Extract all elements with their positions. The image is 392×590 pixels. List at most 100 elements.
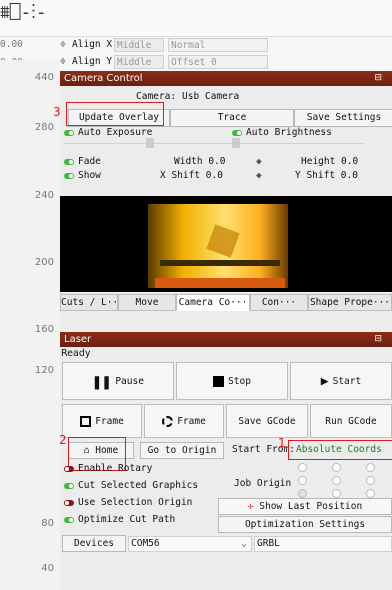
show-last-position-button[interactable]: ✛ Show Last Position xyxy=(218,498,392,515)
left-value-1: 0.00 xyxy=(0,39,23,50)
highlight-box xyxy=(66,102,164,126)
preview-bar xyxy=(160,260,280,266)
job-origin-radio[interactable] xyxy=(332,489,341,498)
vertical-ruler: 440 280 240 200 160 120 80 40 xyxy=(0,60,60,590)
align-y-select[interactable]: Middle xyxy=(114,55,164,69)
show-toggle[interactable]: Show xyxy=(64,170,101,181)
brightness-slider-handle[interactable] xyxy=(232,138,240,148)
toggle-icon xyxy=(64,482,74,489)
optimize-cut-path-toggle[interactable]: Optimize Cut Path xyxy=(64,514,175,525)
tab-console[interactable]: Con··· xyxy=(250,294,308,311)
laser-title-text: Laser xyxy=(64,334,92,345)
camera-title-text: Camera Control xyxy=(64,73,143,84)
width-field[interactable]: Width 0.0 xyxy=(174,156,225,167)
play-icon: ▶ xyxy=(320,373,329,389)
cut-selected-toggle[interactable]: Cut Selected Graphics xyxy=(64,480,198,491)
camera-control-panel: Camera Control ⊟ Camera: Usb Camera 3 Up… xyxy=(53,71,392,312)
top-toolbar: ⩩⎕-⁝- xyxy=(0,0,392,36)
devices-button[interactable]: Devices xyxy=(62,535,126,552)
auto-brightness-toggle[interactable]: Auto Brightness xyxy=(232,127,332,138)
frame-circle-icon xyxy=(162,415,174,427)
auto-exposure-toggle[interactable]: Auto Exposure xyxy=(64,127,152,138)
ruler-tick: 200 xyxy=(34,257,54,268)
xshift-spin-icon[interactable]: ◆ xyxy=(256,170,262,181)
tab-camera-control[interactable]: Camera Co··· xyxy=(176,294,250,311)
ruler-tick: 80 xyxy=(41,518,54,529)
toggle-icon xyxy=(64,172,74,179)
frame-circle-button[interactable]: Frame xyxy=(144,404,224,438)
yshift-field[interactable]: Y Shift 0.0 xyxy=(295,170,358,181)
trace-button[interactable]: Trace xyxy=(170,109,294,127)
port-select[interactable]: COM56 ⌄ xyxy=(128,536,252,552)
pause-icon: ❚❚ xyxy=(92,371,112,391)
preview-bottom xyxy=(155,278,285,288)
exposure-slider-handle[interactable] xyxy=(146,138,154,148)
toggle-icon xyxy=(64,499,74,506)
align-x-select[interactable]: Middle xyxy=(114,38,164,52)
start-button[interactable]: ▶ Start xyxy=(290,362,392,400)
tab-cuts[interactable]: Cuts / L··· xyxy=(60,294,118,311)
tab-shape-properties[interactable]: Shape Prope··· xyxy=(308,294,392,311)
laser-status: Ready xyxy=(61,348,91,359)
toggle-icon xyxy=(64,158,74,165)
stop-icon xyxy=(213,375,225,387)
spin-icon: ≑ xyxy=(60,56,66,67)
laser-panel: Laser ⊟ Ready ❚❚ Pause Stop ▶ Start Frame … xyxy=(59,332,392,590)
stop-button[interactable]: Stop xyxy=(176,362,288,400)
align-mode-select[interactable]: Normal xyxy=(168,38,268,52)
job-origin-radio[interactable] xyxy=(298,476,307,485)
ruler-tick: 160 xyxy=(34,324,54,335)
height-field[interactable]: Height 0.0 xyxy=(301,156,358,167)
save-settings-button[interactable]: Save Settings xyxy=(294,109,392,127)
camera-label: Camera: xyxy=(136,91,177,102)
ruler-tick: 240 xyxy=(34,190,54,201)
pin-icon[interactable]: ⊟ xyxy=(374,71,382,86)
save-gcode-button[interactable]: Save GCode xyxy=(226,404,308,438)
camera-select[interactable]: Usb Camera xyxy=(182,91,239,102)
spin-icon: ≑ xyxy=(60,39,66,50)
job-origin-radio[interactable] xyxy=(298,463,307,472)
job-origin-radio[interactable] xyxy=(366,463,375,472)
enable-rotary-toggle[interactable]: Enable Rotary xyxy=(64,463,152,474)
width-spin-icon[interactable]: ◆ xyxy=(256,156,262,167)
camera-preview[interactable] xyxy=(60,196,392,292)
pin-icon[interactable]: ⊟ xyxy=(374,332,382,347)
job-origin-radio[interactable] xyxy=(298,489,307,498)
highlight-box xyxy=(288,440,392,460)
toggle-icon xyxy=(64,465,74,472)
app-glyph-icon: ⩩⎕-⁝- xyxy=(0,2,47,23)
job-origin-label: Job Origin xyxy=(234,478,292,489)
ruler-tick: 120 xyxy=(34,365,54,376)
chevron-down-icon: ⌄ xyxy=(241,538,247,549)
frame-square-icon xyxy=(80,415,92,427)
align-x-label: Align X xyxy=(72,39,113,50)
ruler-tick: 280 xyxy=(34,122,54,133)
toggle-icon xyxy=(232,129,242,136)
controller-select[interactable]: GRBL xyxy=(254,536,392,552)
xshift-field[interactable]: X Shift 0.0 xyxy=(160,170,223,181)
toggle-icon xyxy=(64,129,74,136)
annotation-2: 2 xyxy=(59,433,67,447)
offset-field[interactable]: Offset 0 xyxy=(168,55,268,69)
job-origin-radio[interactable] xyxy=(332,463,341,472)
job-origin-radio[interactable] xyxy=(366,476,375,485)
job-origin-radio[interactable] xyxy=(332,476,341,485)
use-selection-origin-toggle[interactable]: Use Selection Origin xyxy=(64,497,192,508)
exposure-slider[interactable] xyxy=(64,143,364,144)
pause-button[interactable]: ❚❚ Pause xyxy=(62,362,174,400)
annotation-1: 1 xyxy=(278,436,286,450)
tab-move[interactable]: Move xyxy=(118,294,176,311)
ruler-tick: 440 xyxy=(34,72,54,83)
go-to-origin-button[interactable]: Go to Origin xyxy=(140,442,224,459)
crosshair-icon: ✛ xyxy=(247,501,254,512)
camera-panel-title: Camera Control ⊟ xyxy=(60,71,392,86)
align-y-label: Align Y xyxy=(72,56,113,67)
toggle-icon xyxy=(64,516,74,523)
fade-toggle[interactable]: Fade xyxy=(64,156,101,167)
run-gcode-button[interactable]: Run GCode xyxy=(310,404,392,438)
laser-panel-title: Laser ⊟ xyxy=(60,332,392,347)
frame-button[interactable]: Frame xyxy=(62,404,142,438)
optimization-settings-button[interactable]: Optimization Settings xyxy=(218,516,392,533)
annotation-3: 3 xyxy=(53,105,61,119)
job-origin-radio[interactable] xyxy=(366,489,375,498)
